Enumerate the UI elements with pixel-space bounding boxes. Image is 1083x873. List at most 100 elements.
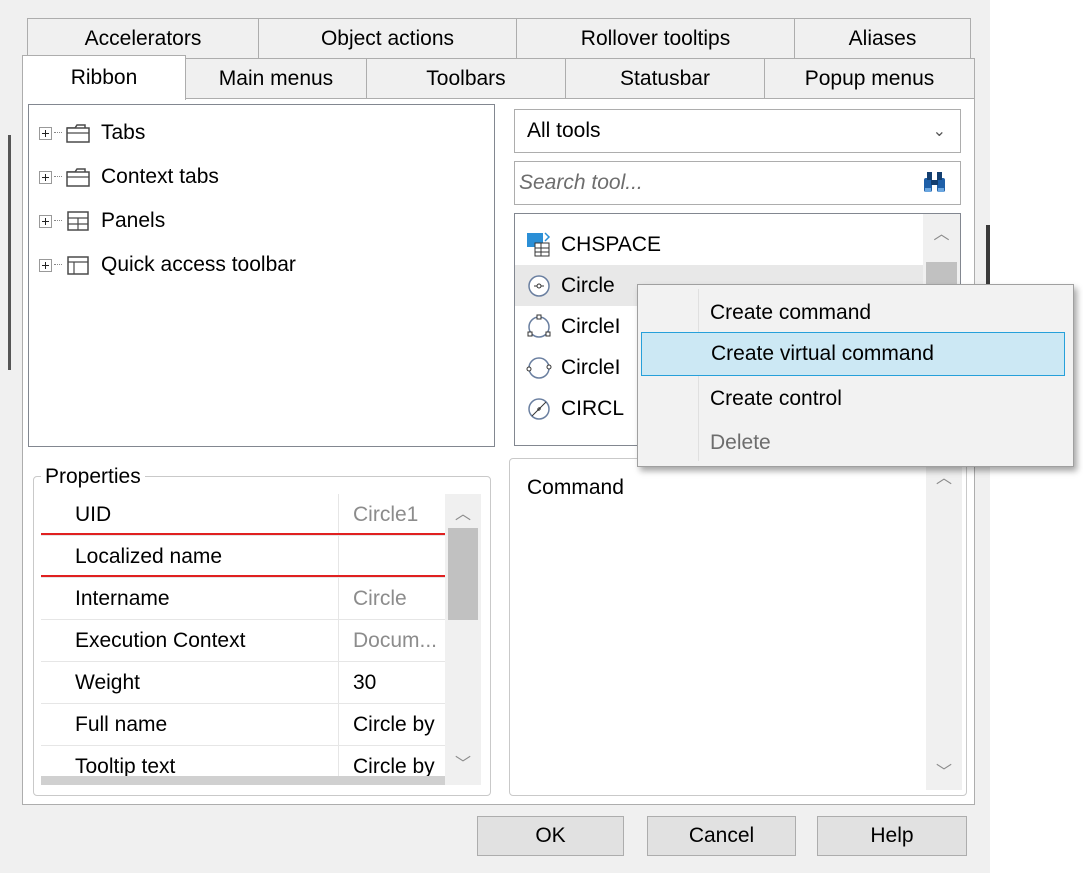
property-value[interactable]: Circle by	[339, 704, 445, 745]
property-key: Execution Context	[41, 620, 339, 661]
property-value[interactable]	[339, 536, 445, 577]
tool-item-label: CircleI	[561, 314, 621, 338]
tree-item-label: Quick access toolbar	[101, 253, 296, 276]
property-key: Weight	[41, 662, 339, 703]
tool-item-label: CircleI	[561, 355, 621, 379]
property-grid[interactable]: UID Circle1 Localized name Intername Circl…	[41, 494, 445, 776]
menu-item-create-command[interactable]: Create command	[641, 291, 1065, 335]
expand-icon[interactable]	[39, 170, 52, 184]
tree-item-tabs[interactable]: Tabs	[39, 111, 494, 155]
expand-icon[interactable]	[39, 214, 52, 228]
property-grid-hscrollbar[interactable]	[41, 776, 445, 785]
tree-item-panels[interactable]: Panels	[39, 199, 494, 243]
expand-icon[interactable]	[39, 126, 52, 140]
tab-accelerators[interactable]: Accelerators	[27, 18, 259, 58]
context-menu: Create command Create virtual command Cr…	[637, 284, 1074, 467]
tool-item-chspace[interactable]: CHSPACE	[515, 224, 960, 265]
detail-label: Command	[527, 476, 624, 499]
tab-main-menus[interactable]: Main menus	[185, 58, 367, 99]
menu-item-create-virtual-command[interactable]: Create virtual command	[641, 332, 1065, 376]
tree-item-quick-access-toolbar[interactable]: Quick access toolbar	[39, 243, 494, 287]
tab-aliases[interactable]: Aliases	[794, 18, 971, 58]
tree-connector	[54, 264, 62, 266]
tabs-folder-icon	[66, 124, 90, 143]
circle-3point-icon	[527, 314, 551, 338]
quick-access-toolbar-icon	[67, 256, 89, 275]
panels-icon	[67, 211, 89, 231]
tab-label: Object actions	[320, 26, 455, 50]
tab-object-actions[interactable]: Object actions	[258, 18, 517, 58]
tab-label: Rollover tooltips	[580, 26, 731, 50]
scroll-up-icon[interactable]: ︿	[926, 466, 962, 487]
expand-icon[interactable]	[39, 258, 52, 272]
scroll-thumb[interactable]	[448, 528, 478, 620]
property-key: UID	[41, 494, 339, 535]
scroll-down-icon[interactable]: ﹀	[445, 752, 481, 773]
property-key: Full name	[41, 704, 339, 745]
tree-connector	[54, 220, 62, 222]
tab-rollover-tooltips[interactable]: Rollover tooltips	[516, 18, 795, 58]
tool-item-label: Circle	[561, 273, 615, 297]
tab-statusbar[interactable]: Statusbar	[565, 58, 765, 99]
tree-connector	[54, 176, 62, 178]
tab-label: Popup menus	[804, 67, 935, 90]
tab-label: Ribbon	[70, 66, 138, 89]
menu-item-create-control[interactable]: Create control	[641, 377, 1065, 421]
chevron-down-icon: ⌄	[932, 123, 946, 140]
tree-item-label: Tabs	[101, 121, 146, 144]
property-key: Tooltip text	[41, 746, 339, 776]
property-row-weight[interactable]: Weight 30	[41, 662, 445, 704]
circle-2point-icon	[526, 356, 552, 379]
chspace-icon	[527, 231, 551, 256]
ribbon-tree[interactable]: Tabs Context tabs Panels Quick access to…	[28, 104, 495, 447]
property-value[interactable]: Docum...	[339, 620, 445, 661]
tree-item-label: Panels	[101, 209, 166, 232]
property-row-intername[interactable]: Intername Circle	[41, 578, 445, 620]
property-row-localized-name[interactable]: Localized name	[41, 536, 445, 578]
tab-ribbon[interactable]: Ribbon	[22, 55, 186, 100]
property-row-tooltip-text[interactable]: Tooltip text Circle by	[41, 746, 445, 776]
tool-search-box[interactable]	[514, 161, 961, 205]
circle-icon	[528, 274, 550, 297]
property-key: Localized name	[41, 536, 339, 577]
search-input[interactable]	[515, 171, 899, 195]
tab-popup-menus[interactable]: Popup menus	[764, 58, 975, 99]
menu-item-delete: Delete	[710, 431, 771, 454]
scroll-up-icon[interactable]: ︿	[923, 222, 960, 243]
error-underline	[41, 575, 445, 577]
tree-item-label: Context tabs	[101, 165, 219, 188]
tool-item-label: CIRCL	[561, 396, 625, 420]
tool-item-label: CHSPACE	[561, 232, 661, 256]
property-row-uid[interactable]: UID Circle1	[41, 494, 445, 536]
tab-label: Aliases	[848, 26, 917, 50]
property-value[interactable]: Circle	[339, 578, 445, 619]
property-grid-scrollbar[interactable]: ︿ ﹀	[445, 494, 481, 785]
scroll-up-icon[interactable]: ︿	[445, 502, 481, 523]
cancel-button[interactable]: Cancel	[647, 816, 796, 856]
detail-pane	[509, 458, 967, 796]
error-underline	[41, 533, 445, 535]
detail-scrollbar[interactable]: ︿ ﹀	[926, 462, 962, 790]
circle-diameter-icon	[528, 397, 550, 420]
tree-connector	[54, 132, 62, 134]
tab-label: Toolbars	[426, 67, 506, 90]
help-button[interactable]: Help	[817, 816, 967, 856]
background-window-edge-left	[8, 135, 11, 370]
binoculars-icon[interactable]	[920, 170, 950, 196]
property-row-full-name[interactable]: Full name Circle by	[41, 704, 445, 746]
tab-toolbars[interactable]: Toolbars	[366, 58, 566, 99]
ok-button[interactable]: OK	[477, 816, 624, 856]
property-value[interactable]: 30	[339, 662, 445, 703]
property-value[interactable]: Circle1	[339, 494, 445, 535]
tool-filter-value: All tools	[527, 119, 601, 142]
context-tabs-folder-icon	[66, 168, 90, 187]
property-row-execution-context[interactable]: Execution Context Docum...	[41, 620, 445, 662]
scroll-down-icon[interactable]: ﹀	[926, 760, 962, 781]
tab-label: Statusbar	[620, 67, 710, 90]
tab-label: Accelerators	[84, 26, 202, 50]
tree-item-context-tabs[interactable]: Context tabs	[39, 155, 494, 199]
property-value[interactable]: Circle by	[339, 746, 445, 777]
tab-label: Main menus	[218, 67, 334, 90]
property-key: Intername	[41, 578, 339, 619]
tool-filter-dropdown[interactable]: All tools ⌄	[514, 109, 961, 153]
